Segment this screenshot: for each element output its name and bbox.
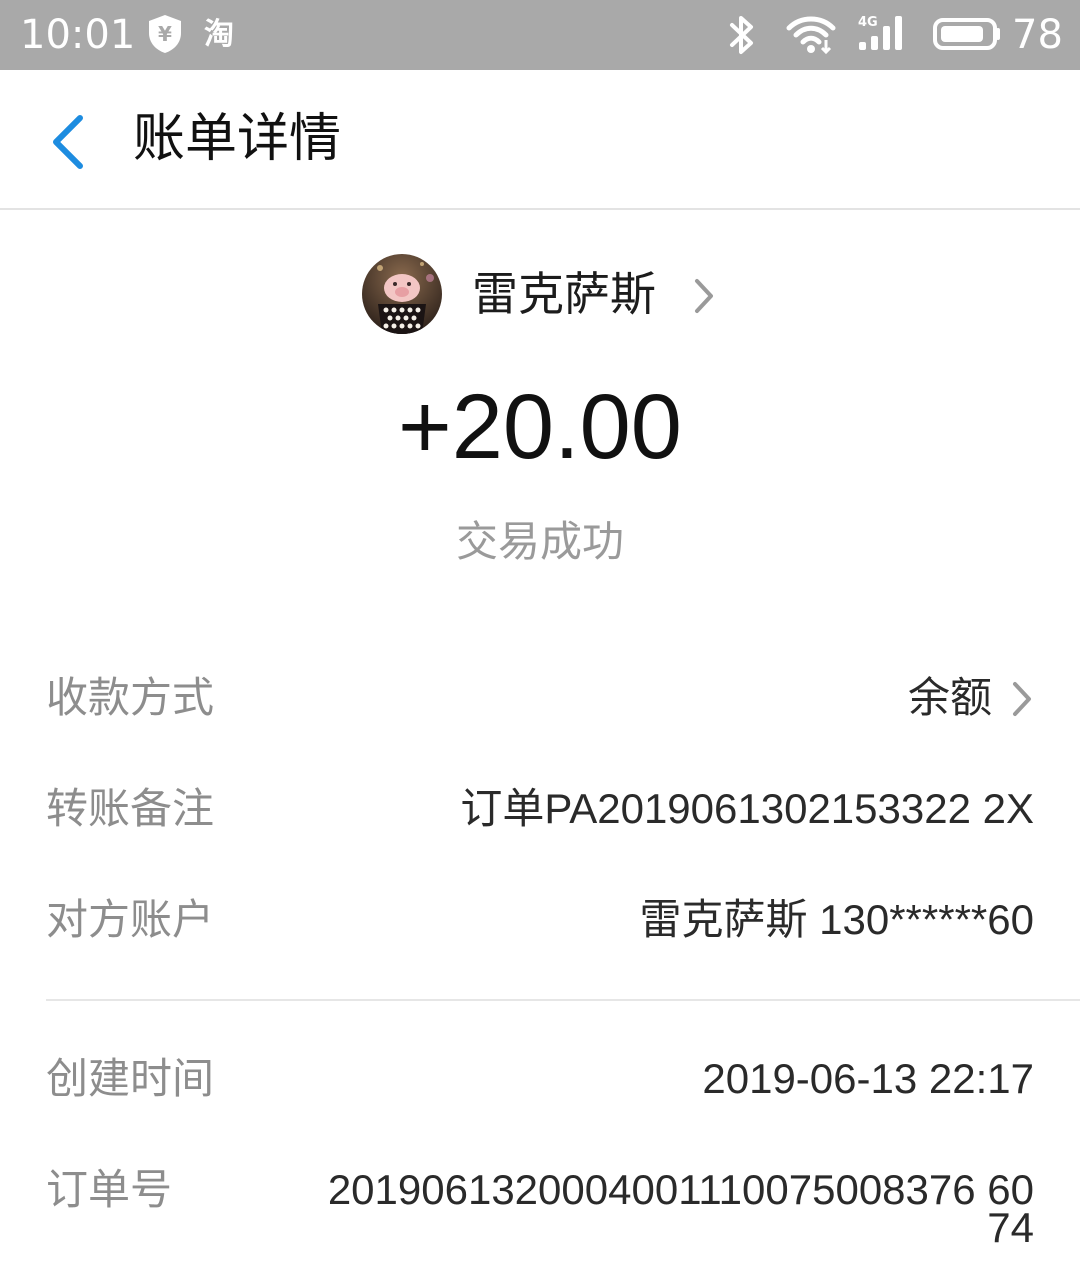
- transaction-amount: +20.00: [398, 376, 682, 478]
- counterparty-account-value: 雷克萨斯 130******60: [639, 896, 1034, 943]
- signal-type-label: 4G: [858, 15, 878, 30]
- wifi-icon: [786, 14, 836, 60]
- chevron-right-icon: [692, 276, 716, 320]
- created-time-row: 创建时间 2019-06-13 22:17: [46, 1044, 1034, 1114]
- battery-icon: [932, 16, 1002, 56]
- battery-level: 78: [1012, 12, 1063, 58]
- counterparty-account-label: 对方账户: [46, 895, 215, 944]
- payment-method-value: 余额: [907, 674, 992, 721]
- taobao-icon: 淘: [204, 17, 234, 52]
- section-divider: [46, 999, 1080, 1001]
- created-time-value: 2019-06-13 22:17: [702, 1055, 1034, 1102]
- chevron-right-icon: [1010, 679, 1034, 723]
- yuan-shield-icon: ¥: [147, 14, 183, 58]
- back-button[interactable]: [40, 106, 100, 176]
- payment-method-row[interactable]: 收款方式 余额: [46, 663, 1034, 733]
- order-number-label: 订单号: [46, 1165, 173, 1214]
- svg-text:¥: ¥: [158, 22, 172, 46]
- order-number-row: 订单号 2019061320004001110075008376 60 74: [46, 1155, 1034, 1278]
- counterparty-account-row: 对方账户 雷克萨斯 130******60: [46, 885, 1034, 955]
- created-time-label: 创建时间: [46, 1054, 215, 1103]
- transfer-remark-row: 转账备注 订单PA2019061302153322 2X: [46, 774, 1034, 844]
- title-bar: 账单详情: [0, 70, 1080, 210]
- order-number-line-1: 2019061320004001110075008376 60: [327, 1166, 1034, 1213]
- transfer-remark-value: 订单PA2019061302153322 2X: [460, 785, 1034, 832]
- payer-name: 雷克萨斯: [472, 267, 656, 321]
- transfer-remark-label: 转账备注: [46, 784, 215, 833]
- status-bar: 10:01 ¥ 淘 4G 78: [0, 0, 1080, 70]
- payment-method-label: 收款方式: [46, 673, 215, 722]
- cellular-signal-icon: 4G: [855, 12, 911, 60]
- page-title: 账单详情: [133, 109, 342, 169]
- transaction-status: 交易成功: [455, 517, 624, 566]
- bluetooth-icon: [725, 13, 759, 61]
- chevron-left-icon: [53, 115, 83, 169]
- payer-link[interactable]: 雷克萨斯: [362, 254, 732, 334]
- payer-avatar: [362, 254, 442, 334]
- order-number-value[interactable]: 2019061320004001110075008376 60 74: [264, 1164, 1034, 1254]
- status-time: 10:01: [20, 12, 136, 58]
